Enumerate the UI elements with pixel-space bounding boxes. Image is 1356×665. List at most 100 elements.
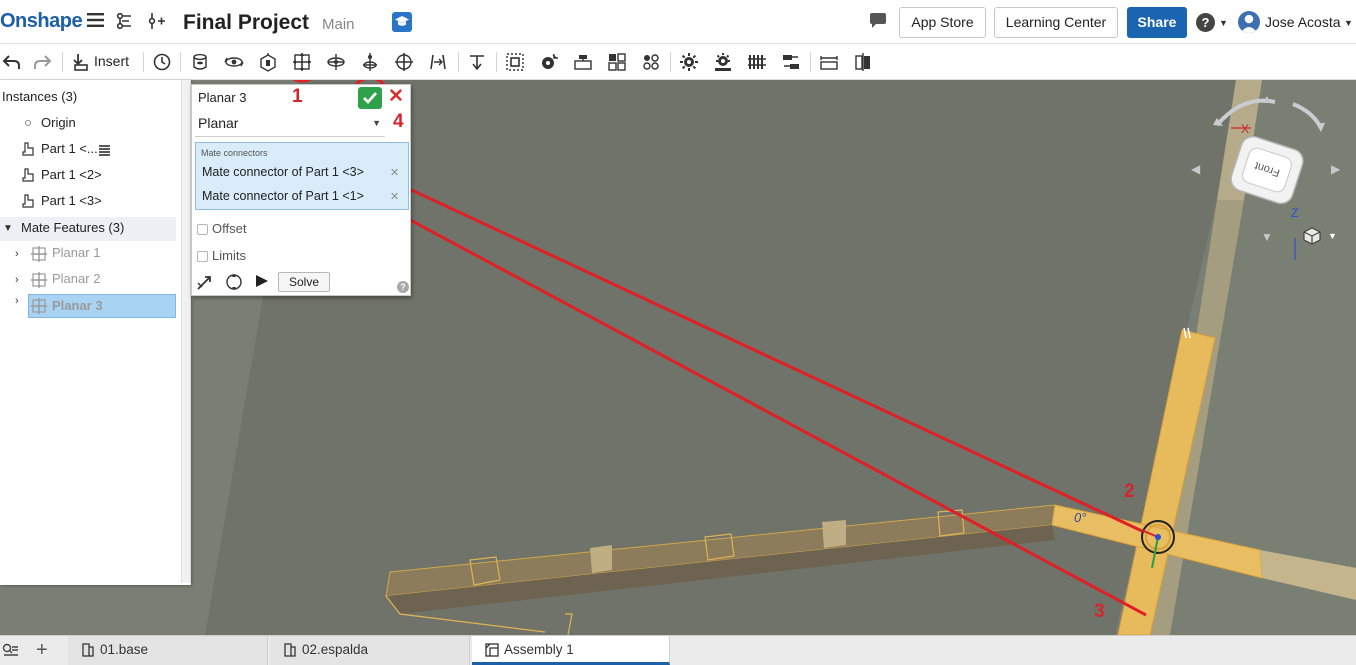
x-axis-label: X — [1241, 122, 1250, 136]
dialog-help-icon[interactable]: ? — [397, 281, 409, 293]
group-icon[interactable] — [503, 50, 527, 74]
app-store-button[interactable]: App Store — [899, 7, 986, 38]
mate-connector-item[interactable]: Mate connector of Part 1 <3> — [202, 165, 364, 179]
screw-relation-icon[interactable] — [745, 50, 769, 74]
instance-part-1[interactable]: Part 1 <... — [0, 138, 180, 162]
remove-connector-icon[interactable]: ✕ — [390, 166, 399, 179]
help-icon[interactable]: ? — [1196, 13, 1215, 32]
section-view-icon[interactable] — [851, 50, 875, 74]
toolbar-divider — [670, 52, 671, 72]
revolute-mate-icon[interactable] — [222, 50, 246, 74]
version-graph-icon[interactable] — [116, 12, 136, 34]
part-instance-icon — [22, 168, 34, 182]
gear-relation-icon[interactable] — [677, 50, 701, 74]
user-menu-caret-icon[interactable]: ▼ — [1344, 18, 1353, 28]
circular-pattern-icon[interactable] — [639, 50, 663, 74]
mate-feature-planar-2[interactable]: › Planar 2 — [0, 268, 180, 292]
instance-part-3[interactable]: Part 1 <3> — [0, 190, 180, 214]
branch-name: Main — [322, 16, 355, 33]
instance-part-2[interactable]: Part 1 <2> — [0, 164, 180, 188]
toolbar-divider — [458, 52, 459, 72]
part-instance-icon — [22, 194, 34, 208]
view-left-arrow-icon[interactable]: ◀ — [1191, 162, 1200, 176]
share-button[interactable]: Share — [1127, 7, 1187, 38]
ball-mate-icon[interactable] — [392, 50, 416, 74]
offset-label: Offset — [212, 221, 247, 236]
tangent-mate-icon[interactable] — [465, 50, 489, 74]
toolbar-divider — [810, 52, 811, 72]
cancel-close-button[interactable]: ✕ — [388, 86, 404, 108]
rail-end[interactable] — [1260, 550, 1356, 600]
measure-icon[interactable] — [817, 50, 841, 74]
solve-button[interactable]: Solve — [278, 272, 330, 292]
explode-view-icon[interactable] — [571, 50, 595, 74]
mate-feature-planar-3[interactable]: Planar 3 — [28, 294, 176, 318]
mate-connectors-label: Mate connectors — [201, 148, 268, 158]
linear-relation-icon[interactable] — [779, 50, 803, 74]
assembly-feature-panel: Instances (3) Origin Part 1 <... Part 1 … — [0, 80, 191, 585]
pin-slot-mate-icon[interactable] — [358, 50, 382, 74]
add-tab-icon[interactable]: + — [36, 640, 48, 660]
expand-chevron-icon[interactable]: › — [15, 269, 19, 291]
linear-pattern-icon[interactable] — [605, 50, 629, 74]
onshape-app: Onshape Final Project Main App Store Lea… — [0, 0, 1356, 665]
view-up-arrow-icon[interactable]: ▲ — [1261, 92, 1273, 106]
beam-notch — [822, 520, 846, 548]
limits-label: Limits — [212, 248, 246, 263]
tab-manager-icon[interactable] — [2, 643, 18, 660]
help-caret-icon[interactable]: ▼ — [1219, 18, 1228, 28]
user-name[interactable]: Jose Acosta — [1265, 14, 1341, 30]
tab-part-studio-base[interactable]: 01.base — [68, 636, 268, 665]
collapse-chevron-icon[interactable]: ▼ — [3, 223, 13, 234]
mate-type-select[interactable]: Planar ▼ — [195, 112, 385, 137]
dropdown-caret-icon[interactable]: ▼ — [372, 118, 381, 128]
branch-add-icon[interactable] — [147, 12, 167, 34]
animate-icon[interactable] — [196, 273, 214, 294]
learning-center-button[interactable]: Learning Center — [994, 7, 1118, 38]
onshape-logo[interactable]: Onshape — [0, 10, 83, 33]
planar-mate-icon — [31, 246, 47, 262]
view-right-arrow-icon[interactable]: ▶ — [1331, 162, 1340, 176]
planar-mate-icon[interactable] — [290, 50, 314, 74]
mate-connector-icon[interactable] — [537, 50, 561, 74]
view-options-icon[interactable] — [1303, 227, 1321, 248]
play-icon[interactable] — [255, 274, 269, 291]
insert-icon[interactable] — [69, 50, 93, 74]
menu-icon[interactable] — [87, 12, 105, 32]
fastened-mate-icon[interactable] — [188, 50, 212, 74]
view-options-caret-icon[interactable]: ▼ — [1328, 231, 1337, 241]
part-instance-icon — [22, 142, 34, 156]
undo-icon[interactable] — [0, 50, 24, 74]
panel-scrollbar[interactable] — [181, 80, 190, 583]
rack-pinion-icon[interactable] — [711, 50, 735, 74]
tab-part-studio-espalda[interactable]: 02.espalda — [270, 636, 470, 665]
redo-icon[interactable] — [30, 50, 54, 74]
dialog-title: Planar 3 — [198, 90, 247, 105]
tab-assembly-1[interactable]: Assembly 1 — [472, 636, 670, 665]
mate-features-header[interactable]: ▼ Mate Features (3) — [0, 217, 176, 241]
comments-icon[interactable] — [868, 13, 888, 29]
document-title[interactable]: Final Project — [183, 11, 309, 35]
flip-icon[interactable] — [224, 272, 244, 295]
learning-badge-icon[interactable] — [392, 12, 412, 32]
parallel-mate-icon[interactable] — [426, 50, 450, 74]
accept-checkmark-button[interactable] — [358, 87, 382, 109]
expand-chevron-icon[interactable]: › — [15, 243, 19, 265]
mate-connector-item[interactable]: Mate connector of Part 1 <1> — [202, 189, 364, 203]
cylindrical-mate-icon[interactable] — [324, 50, 348, 74]
view-down-arrow-icon[interactable]: ▼ — [1261, 230, 1273, 244]
mate-connectors-field[interactable]: Mate connectors Mate connector of Part 1… — [195, 142, 409, 210]
instances-header[interactable]: Instances (3) — [0, 86, 180, 110]
remove-connector-icon[interactable]: ✕ — [390, 190, 399, 203]
expand-chevron-icon[interactable]: › — [15, 295, 19, 307]
user-avatar-icon[interactable] — [1238, 11, 1260, 33]
insert-button-label[interactable]: Insert — [94, 53, 129, 69]
limits-checkbox[interactable] — [197, 251, 208, 262]
slider-mate-icon[interactable] — [256, 50, 280, 74]
replicate-icon[interactable] — [150, 50, 174, 74]
toolbar-divider — [62, 52, 63, 72]
toolbar-divider — [180, 52, 181, 72]
offset-checkbox[interactable] — [197, 224, 208, 235]
instance-origin[interactable]: Origin — [0, 112, 180, 136]
mate-feature-planar-1[interactable]: › Planar 1 — [0, 242, 180, 266]
